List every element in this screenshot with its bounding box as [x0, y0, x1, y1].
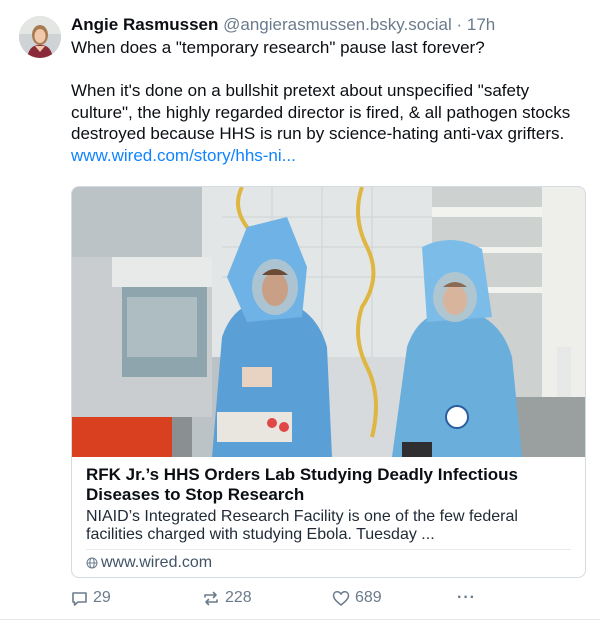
post-time[interactable]: 17h — [467, 15, 495, 34]
card-title[interactable]: RFK Jr.’s HHS Orders Lab Studying Deadly… — [86, 465, 576, 505]
card-image — [72, 187, 585, 457]
card-divider — [86, 549, 571, 550]
avatar[interactable] — [19, 16, 61, 58]
card-domain-row: www.wired.com — [86, 553, 572, 573]
post-link[interactable]: www.wired.com/story/hhs-ni... — [71, 146, 296, 165]
post-text-para2: When it's done on a bullshit pretext abo… — [71, 81, 571, 143]
globe-icon — [86, 557, 98, 569]
like-count: 689 — [355, 589, 382, 606]
card-description: NIAID’s Integrated Research Facility is … — [86, 508, 518, 543]
ellipsis-icon: ··· — [457, 589, 476, 606]
repost-arrows-icon — [204, 591, 218, 605]
heart-icon — [332, 590, 350, 606]
post[interactable]: Angie Rasmussen @angierasmussen.bsky.soc… — [0, 0, 600, 620]
author-name[interactable]: Angie Rasmussen — [71, 15, 218, 34]
card-domain: www.wired.com — [101, 554, 213, 571]
post-header: Angie Rasmussen @angierasmussen.bsky.soc… — [71, 13, 590, 37]
post-text: When does a "temporary research" pause l… — [71, 37, 586, 166]
repost-count: 228 — [225, 589, 252, 606]
speech-bubble-icon — [72, 591, 87, 606]
link-card[interactable]: RFK Jr.’s HHS Orders Lab Studying Deadly… — [71, 186, 586, 578]
repost-button[interactable]: 228 — [202, 588, 252, 608]
more-options-button[interactable]: ··· — [457, 588, 476, 608]
separator-dot: · — [456, 15, 463, 34]
reply-button[interactable]: 29 — [71, 588, 111, 608]
reply-count: 29 — [93, 589, 111, 606]
like-button[interactable]: 689 — [332, 588, 382, 608]
post-actions: 29 228 689 ··· — [71, 588, 571, 608]
post-text-line1: When does a "temporary research" pause l… — [71, 38, 485, 57]
author-handle[interactable]: @angierasmussen.bsky.social — [223, 15, 452, 34]
